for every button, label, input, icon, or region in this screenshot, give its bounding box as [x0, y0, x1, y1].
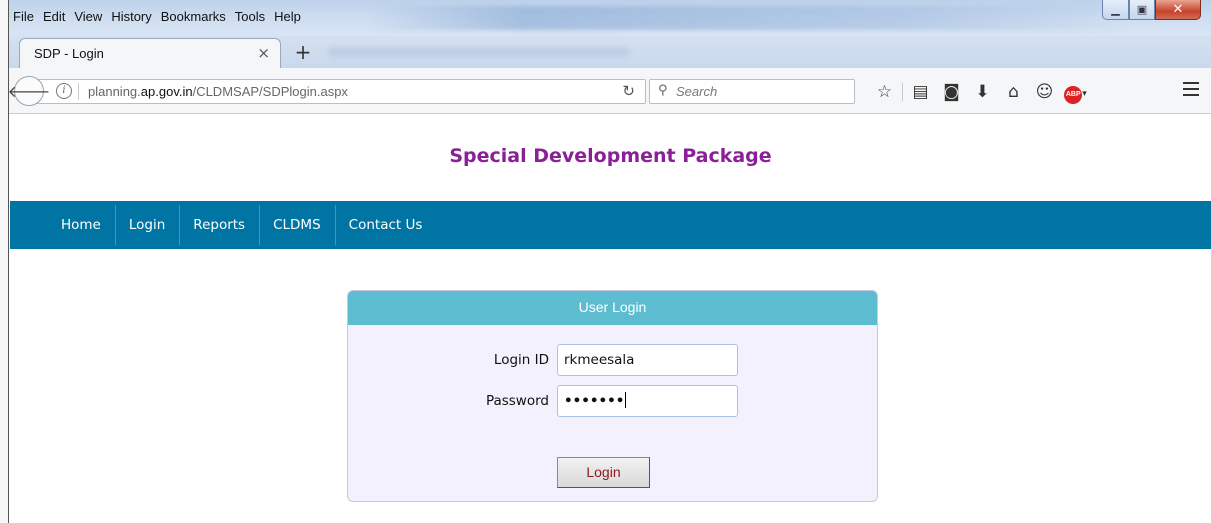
tab-strip: SDP - Login × +	[9, 36, 1211, 68]
tab-title: SDP - Login	[34, 46, 104, 61]
login-panel-header: User Login	[348, 291, 877, 325]
site-navigation: Home Login Reports CLDMS Contact Us	[10, 201, 1211, 249]
nav-contact-us[interactable]: Contact Us	[334, 201, 437, 249]
nav-toolbar: i planning.ap.gov.in/CLDMSAP/SDPlogin.as…	[8, 68, 1211, 114]
maximize-button[interactable]: ▣	[1129, 0, 1155, 20]
text-caret	[625, 392, 627, 408]
home-icon[interactable]: ⌂	[998, 82, 1029, 102]
close-window-button[interactable]: ✕	[1155, 0, 1201, 20]
site-title: Special Development Package	[449, 145, 772, 167]
search-icon: ⚲	[658, 83, 668, 98]
chat-icon[interactable]: ☺	[1029, 82, 1060, 102]
reload-icon[interactable]: ↻	[622, 82, 635, 100]
password-mask: •••••••	[564, 393, 625, 409]
login-id-label: Login ID	[493, 352, 549, 368]
back-arrow-icon: 🡐	[7, 82, 51, 101]
adblock-icon[interactable]: ABP ▾	[1060, 81, 1091, 104]
menu-bookmarks[interactable]: Bookmarks	[157, 8, 231, 30]
tab-sdp-login[interactable]: SDP - Login ×	[19, 38, 281, 68]
browser-window: File Edit View History Bookmarks Tools H…	[0, 0, 1211, 523]
info-icon[interactable]: i	[56, 83, 72, 99]
nav-home[interactable]: Home	[47, 201, 115, 249]
password-input[interactable]: •••••••	[557, 385, 738, 417]
window-controls: ▁ ▣ ✕	[1102, 0, 1201, 22]
url-text[interactable]: planning.ap.gov.in/CLDMSAP/SDPlogin.aspx	[88, 84, 348, 99]
nav-cldms[interactable]: CLDMS	[259, 201, 335, 249]
window-border	[0, 0, 9, 523]
menu-history[interactable]: History	[107, 8, 156, 30]
menu-tools[interactable]: Tools	[231, 8, 270, 30]
search-placeholder: Search	[676, 84, 718, 99]
menu-file[interactable]: File	[9, 8, 39, 30]
blurred-tabs	[329, 48, 629, 56]
password-row: Password •••••••	[348, 385, 879, 417]
toolbar-icons: ☆ ▤ ◙ ⬇ ⌂ ☺ ABP ▾	[869, 80, 1091, 104]
menu-edit[interactable]: Edit	[39, 8, 70, 30]
login-id-value: rkmeesala	[564, 352, 635, 368]
menu-hamburger-icon[interactable]	[1183, 82, 1199, 100]
blurred-title	[369, 6, 1129, 30]
page-content: Special Development Package Home Login R…	[10, 115, 1211, 523]
bookmark-star-icon[interactable]: ☆	[869, 82, 900, 102]
menu-help[interactable]: Help	[270, 8, 306, 30]
menu-bar: File Edit View History Bookmarks Tools H…	[9, 8, 306, 30]
login-button[interactable]: Login	[557, 457, 650, 488]
minimize-button[interactable]: ▁	[1102, 0, 1129, 20]
login-panel: User Login Login ID rkmeesala Password •…	[347, 290, 878, 502]
toolbar-separator	[902, 83, 903, 101]
reading-list-icon[interactable]: ▤	[905, 82, 936, 102]
nav-login[interactable]: Login	[114, 201, 179, 249]
nav-reports[interactable]: Reports	[179, 201, 259, 249]
url-bar[interactable]: i planning.ap.gov.in/CLDMSAP/SDPlogin.as…	[36, 79, 646, 104]
back-button[interactable]: 🡐	[8, 76, 50, 106]
tab-close-icon[interactable]: ×	[257, 44, 270, 62]
url-separator	[78, 83, 79, 100]
search-input[interactable]: ⚲ Search	[649, 79, 855, 104]
login-id-input[interactable]: rkmeesala	[557, 344, 738, 376]
new-tab-button[interactable]: +	[291, 40, 315, 64]
menu-view[interactable]: View	[70, 8, 107, 30]
password-label: Password	[485, 393, 549, 409]
download-icon[interactable]: ⬇	[967, 82, 998, 102]
pocket-icon[interactable]: ◙	[936, 82, 967, 102]
login-id-row: Login ID rkmeesala	[348, 344, 879, 376]
